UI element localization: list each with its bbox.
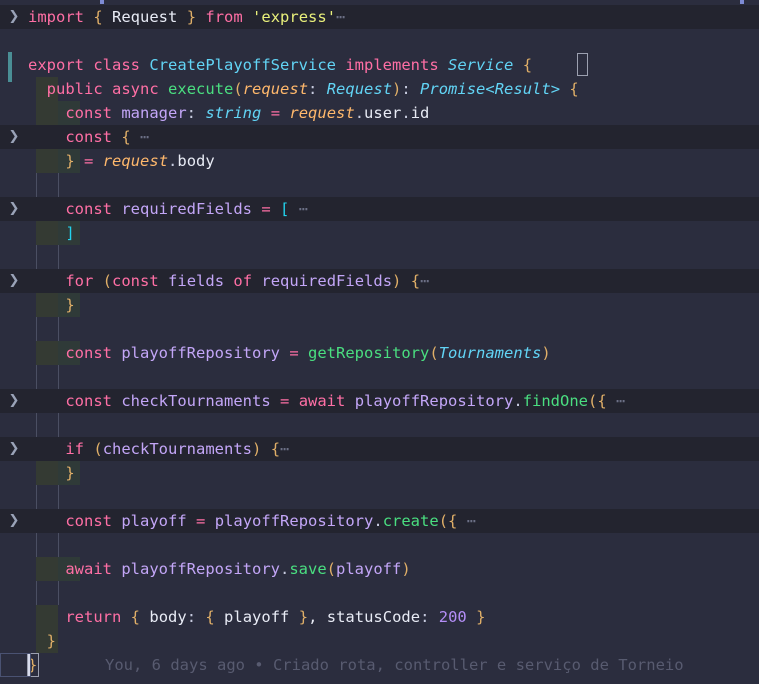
code-line[interactable]: export class CreatePlayoffService implem… — [0, 53, 759, 77]
code-line[interactable]: public async execute(request: Request): … — [0, 77, 759, 101]
code-line[interactable]: ] — [0, 221, 759, 245]
code-line[interactable] — [0, 317, 759, 341]
code-line-active[interactable]: } You, 6 days ago • Criado rota, control… — [0, 653, 759, 677]
code-line[interactable] — [0, 533, 759, 557]
fold-chevron-icon[interactable]: ❯ — [6, 269, 22, 293]
code-line[interactable]: ❯ const playoff = playoffRepository.crea… — [0, 509, 759, 533]
code-line[interactable]: const playoffRepository = getRepository(… — [0, 341, 759, 365]
fold-chevron-icon[interactable]: ❯ — [6, 389, 22, 413]
line-text: const checkTournaments = await playoffRe… — [65, 392, 626, 410]
line-text: const { ⋯ — [65, 128, 150, 146]
line-text: for (const fields of requiredFields) {⋯ — [65, 272, 430, 290]
line-text: const playoffRepository = getRepository(… — [65, 344, 551, 362]
line-text: import { Request } from 'express'⋯ — [28, 8, 346, 26]
code-line[interactable] — [0, 173, 759, 197]
line-text: await playoffRepository.save(playoff) — [65, 560, 411, 578]
line-text: export class CreatePlayoffService implem… — [28, 56, 533, 74]
code-line[interactable]: } — [0, 629, 759, 653]
line-text: if (checkTournaments) {⋯ — [65, 440, 290, 458]
code-line[interactable]: } = request.body — [0, 149, 759, 173]
code-line[interactable]: ❯ if (checkTournaments) {⋯ — [0, 437, 759, 461]
code-line[interactable]: ❯ const requiredFields = [ ⋯ — [0, 197, 759, 221]
code-line[interactable]: await playoffRepository.save(playoff) — [0, 557, 759, 581]
code-line[interactable] — [0, 29, 759, 53]
code-line[interactable]: } — [0, 293, 759, 317]
fold-chevron-icon[interactable]: ❯ — [6, 509, 22, 533]
line-text: } = request.body — [65, 152, 215, 170]
code-line[interactable]: const manager: string = request.user.id — [0, 101, 759, 125]
line-text: } — [46, 632, 57, 650]
line-text: public async execute(request: Request): … — [46, 80, 579, 98]
fold-chevron-icon[interactable]: ❯ — [6, 437, 22, 461]
line-text: const manager: string = request.user.id — [65, 104, 430, 122]
code-line[interactable]: ❯ const { ⋯ — [0, 125, 759, 149]
code-line[interactable] — [0, 581, 759, 605]
fold-chevron-icon[interactable]: ❯ — [6, 197, 22, 221]
code-line[interactable] — [0, 485, 759, 509]
code-line[interactable] — [0, 245, 759, 269]
line-text: const playoff = playoffRepository.create… — [65, 512, 477, 530]
code-line[interactable] — [0, 413, 759, 437]
line-text: const requiredFields = [ ⋯ — [65, 200, 309, 218]
text-caret — [28, 654, 30, 676]
line-text: } — [65, 464, 75, 482]
code-line[interactable]: return { body: { playoff }, statusCode: … — [0, 605, 759, 629]
code-line[interactable]: ❯ const checkTournaments = await playoff… — [0, 389, 759, 413]
code-line[interactable]: ❯ import { Request } from 'express'⋯ — [0, 5, 759, 29]
code-line[interactable] — [0, 365, 759, 389]
line-text: ] — [65, 224, 75, 242]
code-editor[interactable]: ❯ import { Request } from 'express'⋯ exp… — [0, 0, 759, 684]
line-text: } — [65, 296, 75, 314]
code-line[interactable]: } — [0, 461, 759, 485]
git-blame-annotation: You, 6 days ago • Criado rota, controlle… — [105, 656, 684, 674]
code-line[interactable]: ❯ for (const fields of requiredFields) {… — [0, 269, 759, 293]
fold-chevron-icon[interactable]: ❯ — [6, 5, 22, 29]
fold-chevron-icon[interactable]: ❯ — [6, 125, 22, 149]
line-text: return { body: { playoff }, statusCode: … — [65, 608, 486, 626]
